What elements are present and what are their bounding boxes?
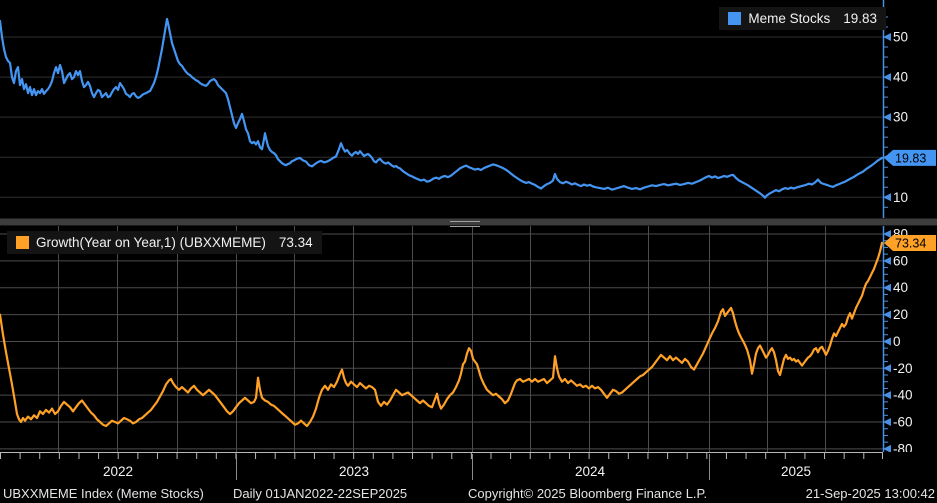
legend-growth-label: Growth(Year on Year,1) (UBXXMEME)	[36, 235, 266, 250]
y-tick-label: 20	[893, 307, 908, 322]
y-tick-label: 30	[893, 110, 908, 125]
legend-growth-value: 73.34	[279, 235, 313, 250]
y-tick-label: -40	[893, 388, 913, 403]
y-tick-label: 60	[893, 253, 908, 268]
time-axis: 2022 2023 2024 2025	[0, 452, 937, 484]
y-tick-label: 40	[893, 280, 908, 295]
bloomberg-chart-window: 504030201019.83 Meme Stocks 19.83 806040…	[0, 0, 937, 503]
period-range: Daily 01JAN2022-22SEP2025	[233, 486, 407, 501]
divider-drag-handle-icon[interactable]	[450, 221, 480, 227]
panel-divider[interactable]	[0, 218, 937, 226]
y-tick-label: -20	[893, 361, 913, 376]
security-description: UBXXMEME Index (Meme Stocks)	[3, 486, 204, 501]
y-tick-label: -60	[893, 415, 913, 430]
year-label: 2023	[339, 464, 369, 479]
y-tick-label: -80	[893, 441, 913, 452]
legend-meme-stocks-label: Meme Stocks	[748, 11, 830, 26]
legend-meme-stocks-value: 19.83	[843, 11, 877, 26]
legend-growth[interactable]: Growth(Year on Year,1) (UBXXMEME) 73.34	[7, 231, 322, 254]
status-bar: UBXXMEME Index (Meme Stocks) Daily 01JAN…	[0, 484, 937, 503]
orange-series-swatch-icon	[16, 236, 29, 249]
top-price-panel: 504030201019.83	[0, 0, 937, 218]
year-label: 2025	[781, 464, 811, 479]
y-tick-label: 50	[893, 30, 908, 45]
blue-series-swatch-icon	[728, 12, 741, 25]
legend-meme-stocks[interactable]: Meme Stocks 19.83	[719, 7, 886, 30]
series-line	[0, 243, 882, 426]
y-tick-label: 0	[893, 334, 901, 349]
value-tag-label: 73.34	[895, 236, 926, 250]
series-line	[0, 19, 882, 198]
year-label: 2022	[103, 464, 133, 479]
copyright-text: Copyright© 2025 Bloomberg Finance L.P.	[468, 486, 707, 501]
y-tick-label: 40	[893, 70, 908, 85]
y-tick-label: 10	[893, 190, 908, 205]
bottom-growth-panel: 806040200-20-40-60-8073.34	[0, 226, 937, 452]
value-tag-label: 19.83	[895, 151, 926, 165]
timestamp: 21-Sep-2025 13:00:42	[806, 486, 935, 501]
year-label: 2024	[575, 464, 606, 479]
